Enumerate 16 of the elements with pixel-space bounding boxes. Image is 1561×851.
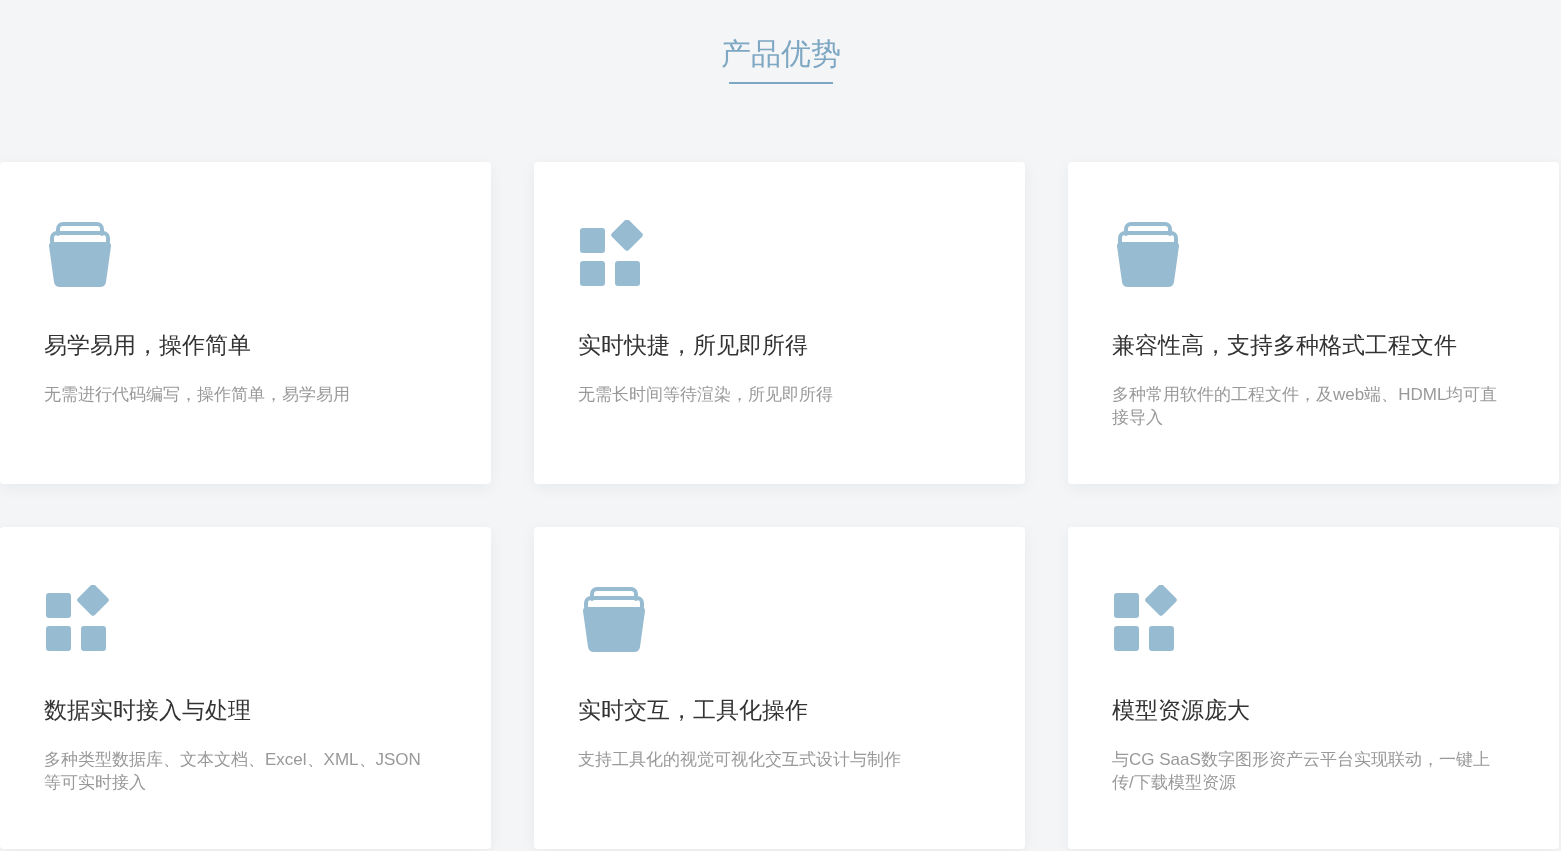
card-description: 多种常用软件的工程文件，及web端、HDML均可直接导入 xyxy=(1112,384,1499,429)
card-title: 易学易用，操作简单 xyxy=(44,331,251,360)
card-description: 支持工具化的视觉可视化交互式设计与制作 xyxy=(578,749,901,771)
card-description: 与CG SaaS数字图形资产云平台实现联动，一键上传/下载模型资源 xyxy=(1112,749,1491,794)
card-description: 无需长时间等待渲染，所见即所得 xyxy=(578,384,833,406)
card-title: 模型资源庞大 xyxy=(1112,696,1250,725)
card-description: 无需进行代码编写，操作简单，易学易用 xyxy=(44,384,350,406)
grid-icon xyxy=(578,220,646,286)
card-title: 实时快捷，所见即所得 xyxy=(578,331,808,360)
card-description: 多种类型数据库、文本文档、Excel、XML、JSON等可实时接入 xyxy=(44,749,422,794)
section-title: 产品优势 xyxy=(719,35,842,73)
card-title: 实时交互，工具化操作 xyxy=(578,696,808,725)
card-title: 数据实时接入与处理 xyxy=(44,696,251,725)
grid-icon xyxy=(1112,585,1180,651)
grid-icon xyxy=(44,585,112,651)
card-title: 兼容性高，支持多种格式工程文件 xyxy=(1112,331,1457,360)
